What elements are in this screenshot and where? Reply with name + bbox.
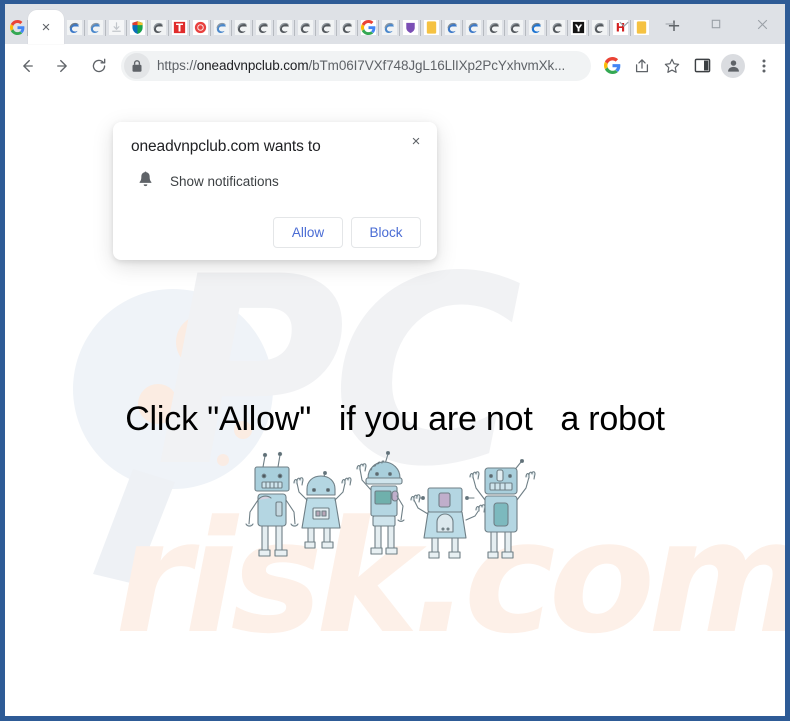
lock-icon[interactable]	[124, 52, 150, 79]
tab-item[interactable]	[232, 11, 253, 44]
shield-icon	[130, 20, 145, 35]
tab-item[interactable]: T	[169, 11, 190, 44]
edge-icon	[382, 20, 397, 35]
tab-item[interactable]	[442, 11, 463, 44]
dialog-title: oneadvnpclub.com wants to	[131, 138, 321, 155]
edge-dark-icon	[508, 20, 523, 35]
url-text: https://oneadvnpclub.com/bTm06I7VXf748Jg…	[157, 58, 566, 73]
tab-item[interactable]	[190, 11, 211, 44]
tab-item[interactable]	[358, 11, 379, 44]
side-panel-icon[interactable]	[688, 52, 716, 80]
close-icon[interactable]: ×	[405, 130, 427, 152]
tab-item[interactable]	[7, 11, 28, 44]
tab-item[interactable]	[505, 11, 526, 44]
robots-illustration	[5, 450, 785, 565]
red-t-icon: T	[172, 20, 187, 35]
download-icon	[109, 20, 124, 35]
tab-strip: × T Y H +	[5, 4, 785, 44]
edge-dark-icon	[256, 20, 271, 35]
permission-label: Show notifications	[170, 174, 279, 189]
edge-icon	[529, 20, 544, 35]
window-controls	[601, 4, 785, 44]
tab-item[interactable]	[253, 11, 274, 44]
edge-icon	[88, 20, 103, 35]
edge-dark-icon	[340, 20, 355, 35]
edge-icon	[214, 20, 229, 35]
tab-item[interactable]	[85, 11, 106, 44]
tab-item[interactable]	[295, 11, 316, 44]
edge-dark-icon	[235, 20, 250, 35]
tab-item[interactable]	[211, 11, 232, 44]
page-viewport: PC risk.com Click "Allow" if you are not…	[5, 88, 785, 711]
red-circle-icon	[193, 20, 208, 35]
maximize-icon[interactable]	[693, 4, 739, 44]
edge-icon	[445, 20, 460, 35]
permission-row: Show notifications	[131, 170, 421, 193]
tab-item[interactable]	[274, 11, 295, 44]
purple-shield-icon	[403, 20, 418, 35]
yellow-square-icon	[424, 20, 439, 35]
back-icon[interactable]	[12, 51, 42, 81]
tab-item[interactable]	[64, 11, 85, 44]
allow-button[interactable]: Allow	[273, 217, 343, 248]
google-g-icon	[361, 20, 376, 35]
tab-item[interactable]	[148, 11, 169, 44]
bookmark-star-icon[interactable]	[658, 52, 686, 80]
more-menu-icon[interactable]	[750, 52, 778, 80]
tab-item[interactable]	[337, 11, 358, 44]
google-g-icon[interactable]	[598, 52, 626, 80]
tab-item-active[interactable]: ×	[28, 10, 64, 44]
bell-icon	[137, 170, 154, 193]
forward-icon[interactable]	[48, 51, 78, 81]
tab-item[interactable]	[526, 11, 547, 44]
tab-item[interactable]	[106, 11, 127, 44]
profile-avatar-icon[interactable]	[721, 53, 745, 78]
edge-icon	[67, 20, 82, 35]
edge-icon	[466, 20, 481, 35]
chevron-down-icon[interactable]	[601, 4, 647, 44]
tab-item[interactable]: Y	[568, 11, 589, 44]
tab-item[interactable]	[400, 11, 421, 44]
tab-item[interactable]	[484, 11, 505, 44]
google-g-icon	[10, 20, 25, 35]
notification-permission-dialog: × oneadvnpclub.com wants to Show notific…	[113, 122, 437, 260]
edge-dark-icon	[298, 20, 313, 35]
svg-text:Y: Y	[574, 23, 583, 34]
svg-text:T: T	[176, 22, 183, 34]
share-icon[interactable]	[628, 52, 656, 80]
tab-item[interactable]	[379, 11, 400, 44]
browser-window: × T Y H + https://oneadvnpclub.com/bTm06…	[5, 4, 785, 716]
page-headline: Click "Allow" if you are not a robot	[125, 400, 665, 438]
minimize-icon[interactable]	[647, 4, 693, 44]
reload-icon[interactable]	[84, 51, 114, 81]
edge-dark-icon	[277, 20, 292, 35]
tab-item[interactable]	[547, 11, 568, 44]
dialog-actions: Allow Block	[131, 217, 421, 248]
yahoo-y-icon: Y	[571, 20, 586, 35]
tab-item[interactable]	[421, 11, 442, 44]
block-button[interactable]: Block	[351, 217, 421, 248]
edge-dark-icon	[550, 20, 565, 35]
tab-item[interactable]	[127, 11, 148, 44]
tab-item[interactable]	[463, 11, 484, 44]
close-icon[interactable]	[739, 4, 785, 44]
browser-toolbar: https://oneadvnpclub.com/bTm06I7VXf748Jg…	[5, 44, 785, 88]
edge-dark-icon	[319, 20, 334, 35]
browser-window-frame: × T Y H + https://oneadvnpclub.com/bTm06…	[0, 0, 790, 721]
address-bar[interactable]: https://oneadvnpclub.com/bTm06I7VXf748Jg…	[121, 50, 591, 81]
close-icon[interactable]: ×	[42, 20, 51, 35]
tab-item[interactable]	[316, 11, 337, 44]
edge-dark-icon	[151, 20, 166, 35]
edge-dark-icon	[487, 20, 502, 35]
